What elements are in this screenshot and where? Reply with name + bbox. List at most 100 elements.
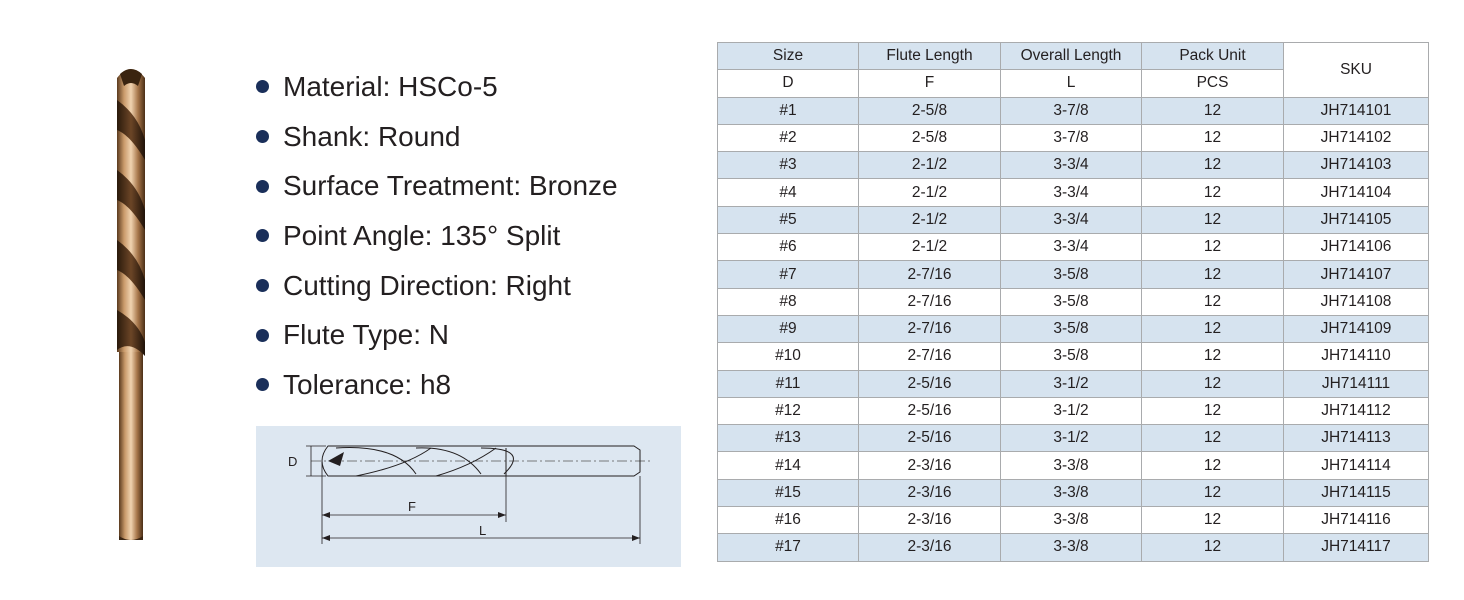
cell-overall-length: 3-1/2 [1000, 396, 1142, 426]
cell-overall-length: 3-3/8 [1000, 506, 1142, 535]
cell-flute-length: 2-3/16 [858, 478, 1001, 508]
col-header-sku: SKU [1283, 42, 1429, 98]
cell-size: #14 [717, 451, 859, 480]
cell-pack-unit: 12 [1141, 205, 1284, 235]
table-body: #1 2-5/8 3-7/8 12 JH714101 #2 2-5/8 3-7/8 12 JH71… [717, 96, 1429, 562]
table-row: #11 2-5/16 3-1/2 12 JH714111 [717, 369, 1429, 398]
cell-flute-length: 2-5/8 [858, 123, 1001, 153]
bullet-icon [256, 328, 269, 342]
spec-shank: Shank: Round [256, 112, 618, 162]
cell-overall-length: 3-3/8 [1000, 533, 1142, 562]
cell-size: #13 [717, 424, 859, 453]
cell-size: #11 [717, 369, 859, 398]
cell-sku: JH714115 [1283, 478, 1429, 508]
cell-overall-length: 3-3/4 [1000, 178, 1142, 207]
cell-size: #8 [717, 287, 859, 316]
bullet-icon [256, 229, 269, 243]
cell-pack-unit: 12 [1141, 96, 1284, 125]
cell-pack-unit: 12 [1141, 233, 1284, 262]
table-row: #4 2-1/2 3-3/4 12 JH714104 [717, 178, 1429, 207]
cell-pack-unit: 12 [1141, 314, 1284, 344]
cell-overall-length: 3-7/8 [1000, 96, 1142, 125]
cell-overall-length: 3-3/8 [1000, 451, 1142, 480]
spec-flute-type: Flute Type: N [256, 310, 618, 360]
cell-sku: JH714112 [1283, 396, 1429, 426]
spec-cutting-direction: Cutting Direction: Right [256, 261, 618, 311]
cell-size: #15 [717, 478, 859, 508]
cell-size: #10 [717, 342, 859, 371]
dim-label-d: D [288, 454, 297, 469]
cell-flute-length: 2-1/2 [858, 233, 1001, 262]
table-row: #14 2-3/16 3-3/8 12 JH714114 [717, 451, 1429, 480]
cell-flute-length: 2-5/16 [858, 369, 1001, 398]
cell-pack-unit: 12 [1141, 396, 1284, 426]
bullet-icon [256, 80, 269, 94]
table-row: #12 2-5/16 3-1/2 12 JH714112 [717, 396, 1429, 426]
cell-sku: JH714114 [1283, 451, 1429, 480]
spec-text: Point Angle: 135° Split [283, 219, 561, 251]
col-subheader-pcs: PCS [1141, 69, 1284, 98]
cell-size: #5 [717, 205, 859, 235]
spec-material: Material: HSCo-5 [256, 62, 618, 112]
cell-size: #16 [717, 506, 859, 535]
cell-pack-unit: 12 [1141, 451, 1284, 480]
cell-size: #12 [717, 396, 859, 426]
cell-pack-unit: 12 [1141, 151, 1284, 180]
dim-label-l: L [479, 523, 486, 538]
cell-sku: JH714116 [1283, 506, 1429, 535]
table-row: #16 2-3/16 3-3/8 12 JH714116 [717, 506, 1429, 535]
cell-sku: JH714107 [1283, 260, 1429, 289]
cell-sku: JH714117 [1283, 533, 1429, 562]
dimension-diagram: D F L [256, 426, 681, 567]
cell-sku: JH714104 [1283, 178, 1429, 207]
col-header-pack-unit: Pack Unit [1141, 41, 1284, 71]
table-row: #15 2-3/16 3-3/8 12 JH714115 [717, 478, 1429, 508]
spec-list: Material: HSCo-5 Shank: Round Surface Tr… [256, 62, 618, 410]
cell-overall-length: 3-5/8 [1000, 314, 1142, 344]
spec-table: Size Flute Length Overall Length Pack Un… [717, 41, 1429, 562]
spec-point-angle: Point Angle: 135° Split [256, 211, 618, 261]
cell-sku: JH714101 [1283, 96, 1429, 125]
bullet-icon [256, 378, 269, 392]
col-subheader-l: L [1000, 69, 1142, 98]
col-header-size: Size [717, 41, 859, 71]
col-subheader-f: F [858, 69, 1001, 98]
cell-flute-length: 2-5/8 [858, 96, 1001, 125]
table-row: #17 2-3/16 3-3/8 12 JH714117 [717, 533, 1429, 562]
col-subheader-d: D [717, 69, 859, 98]
table-row: #13 2-5/16 3-1/2 12 JH714113 [717, 424, 1429, 453]
cell-size: #9 [717, 314, 859, 344]
cell-pack-unit: 12 [1141, 478, 1284, 508]
table-row: #6 2-1/2 3-3/4 12 JH714106 [717, 233, 1429, 262]
bullet-icon [256, 179, 269, 193]
cell-flute-length: 2-7/16 [858, 314, 1001, 344]
cell-overall-length: 3-3/4 [1000, 233, 1142, 262]
spec-surface-treatment: Surface Treatment: Bronze [256, 161, 618, 211]
table-row: #1 2-5/8 3-7/8 12 JH714101 [717, 96, 1429, 125]
cell-pack-unit: 12 [1141, 287, 1284, 316]
product-spec-sheet: Material: HSCo-5 Shank: Round Surface Tr… [0, 0, 1464, 600]
cell-pack-unit: 12 [1141, 369, 1284, 398]
cell-flute-length: 2-3/16 [858, 451, 1001, 480]
cell-size: #1 [717, 96, 859, 125]
cell-flute-length: 2-7/16 [858, 260, 1001, 289]
cell-pack-unit: 12 [1141, 342, 1284, 371]
table-row: #7 2-7/16 3-5/8 12 JH714107 [717, 260, 1429, 289]
table-row: #5 2-1/2 3-3/4 12 JH714105 [717, 205, 1429, 235]
bullet-icon [256, 130, 269, 144]
table-row: #2 2-5/8 3-7/8 12 JH714102 [717, 123, 1429, 153]
cell-flute-length: 2-1/2 [858, 178, 1001, 207]
cell-sku: JH714108 [1283, 287, 1429, 316]
cell-size: #3 [717, 151, 859, 180]
cell-flute-length: 2-1/2 [858, 151, 1001, 180]
cell-pack-unit: 12 [1141, 533, 1284, 562]
spec-text: Material: HSCo-5 [283, 70, 498, 102]
cell-sku: JH714105 [1283, 205, 1429, 235]
cell-sku: JH714109 [1283, 314, 1429, 344]
drill-tip-mark [328, 452, 344, 466]
cell-flute-length: 2-7/16 [858, 342, 1001, 371]
cell-flute-length: 2-3/16 [858, 533, 1001, 562]
cell-sku: JH714110 [1283, 342, 1429, 371]
cell-size: #2 [717, 123, 859, 153]
cell-sku: JH714113 [1283, 424, 1429, 453]
